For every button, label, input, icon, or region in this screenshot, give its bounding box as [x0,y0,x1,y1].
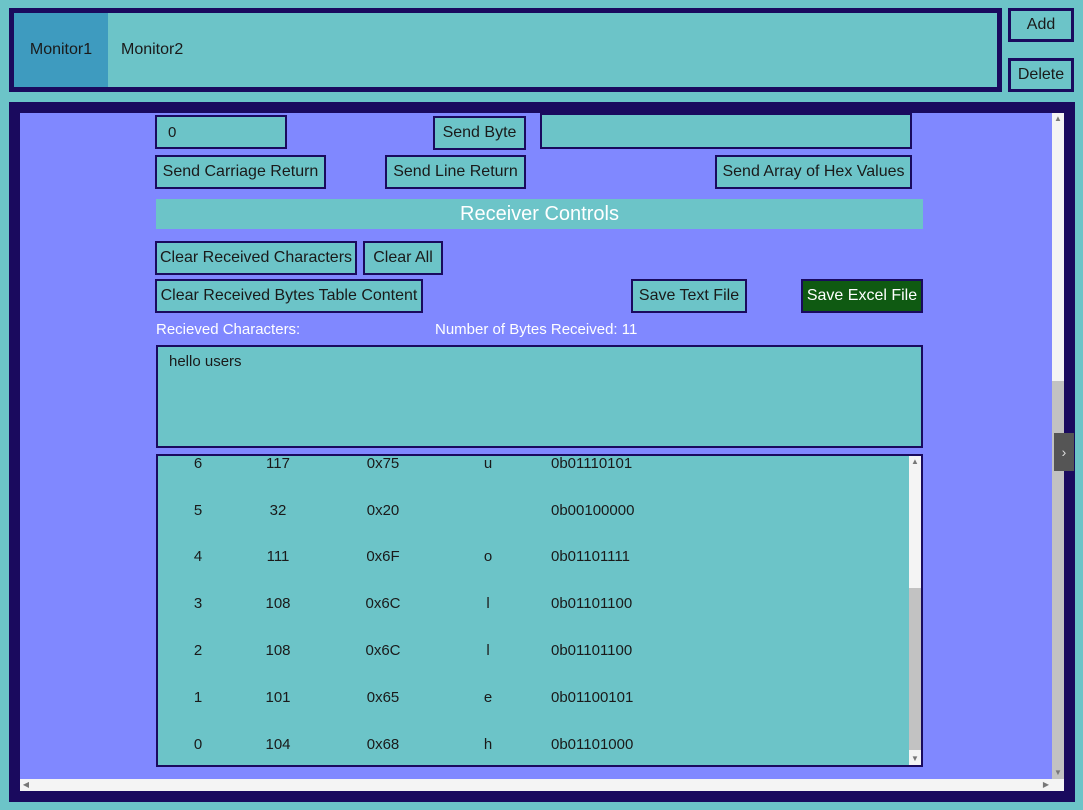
row-binary: 0b00100000 [551,502,635,519]
row-index: 2 [193,642,203,659]
scroll-up-arrow-icon[interactable]: ▲ [909,456,921,468]
receiver-controls-header: Receiver Controls [156,199,923,229]
row-index: 1 [193,689,203,706]
row-decimal: 111 [266,548,290,565]
table-row: 3 108 0x6C l 0b01101100 [158,595,906,615]
row-index: 5 [193,502,203,519]
expand-pane-chevron-right-icon[interactable]: › [1054,433,1074,471]
scroll-down-arrow-icon[interactable]: ▼ [909,753,921,765]
monitor-tab-bar: Monitor1 Monitor2 [9,8,1002,92]
send-byte-button[interactable]: Send Byte [433,116,526,150]
row-hex: 0x65 [366,689,400,706]
row-char: e [483,689,493,706]
save-text-file-button[interactable]: Save Text File [631,279,747,313]
row-binary: 0b01100101 [551,689,634,706]
send-hex-array-button[interactable]: Send Array of Hex Values [715,155,912,189]
scroll-down-arrow-icon[interactable]: ▼ [1052,767,1064,779]
row-decimal: 101 [265,689,291,706]
row-binary: 0b01101000 [551,736,634,753]
scroll-left-arrow-icon[interactable]: ◀ [20,779,32,791]
clear-received-characters-button[interactable]: Clear Received Characters [155,241,357,275]
table-row: 0 104 0x68 h 0b01101000 [158,736,906,756]
row-decimal: 32 [269,502,287,519]
received-characters-textbox[interactable]: hello users [156,345,923,448]
row-hex: 0x75 [366,455,400,472]
tab-monitor2[interactable]: Monitor2 [121,13,183,87]
row-decimal: 104 [265,736,291,753]
bytes-received-count: Number of Bytes Received: 11 [435,321,638,338]
row-char: u [483,455,493,472]
table-scroll-thumb[interactable] [909,588,921,750]
monitor-panel: 0 Send Byte Send Carriage Return Send Li… [20,113,1052,779]
row-index: 4 [193,548,203,565]
received-bytes-table[interactable]: 6 117 0x75 u 0b01110101 5 32 0x20 0b0010… [156,454,923,767]
clear-bytes-table-button[interactable]: Clear Received Bytes Table Content [155,279,423,313]
table-row: 5 32 0x20 0b00100000 [158,502,906,522]
send-line-return-button[interactable]: Send Line Return [385,155,526,189]
table-scrollbar[interactable]: ▲ ▼ [909,456,921,765]
row-decimal: 108 [265,595,291,612]
row-index: 0 [193,736,203,753]
panel-horizontal-scrollbar[interactable]: ◀ ▶ [20,779,1052,791]
row-char: o [483,548,493,565]
scroll-right-arrow-icon[interactable]: ▶ [1040,779,1052,791]
row-index: 6 [193,455,203,472]
row-hex: 0x68 [366,736,400,753]
row-decimal: 117 [266,455,290,472]
clear-all-button[interactable]: Clear All [363,241,443,275]
delete-button[interactable]: Delete [1008,58,1074,92]
scroll-up-arrow-icon[interactable]: ▲ [1052,113,1064,125]
row-char: l [486,642,490,659]
row-char: l [486,595,490,612]
table-row: 6 117 0x75 u 0b01110101 [158,455,906,475]
row-char: h [483,736,493,753]
table-row: 1 101 0x65 e 0b01100101 [158,689,906,709]
row-binary: 0b01101111 [551,548,630,565]
received-characters-label: Recieved Characters: [156,321,301,338]
save-excel-file-button[interactable]: Save Excel File [801,279,923,313]
row-binary: 0b01101100 [551,642,633,659]
tab-monitor1[interactable]: Monitor1 [14,13,108,87]
scrollbar-corner [1052,779,1064,791]
row-decimal: 108 [265,642,291,659]
hex-array-input[interactable] [540,113,912,149]
byte-value-input[interactable]: 0 [155,115,287,149]
send-carriage-return-button[interactable]: Send Carriage Return [155,155,326,189]
row-hex: 0x6F [366,548,400,565]
row-binary: 0b01101100 [551,595,633,612]
row-hex: 0x20 [366,502,400,519]
row-hex: 0x6C [365,595,401,612]
add-button[interactable]: Add [1008,8,1074,42]
table-row: 2 108 0x6C l 0b01101100 [158,642,906,662]
row-hex: 0x6C [365,642,401,659]
row-index: 3 [193,595,203,612]
row-binary: 0b01110101 [551,455,633,472]
table-row: 4 111 0x6F o 0b01101111 [158,548,906,568]
